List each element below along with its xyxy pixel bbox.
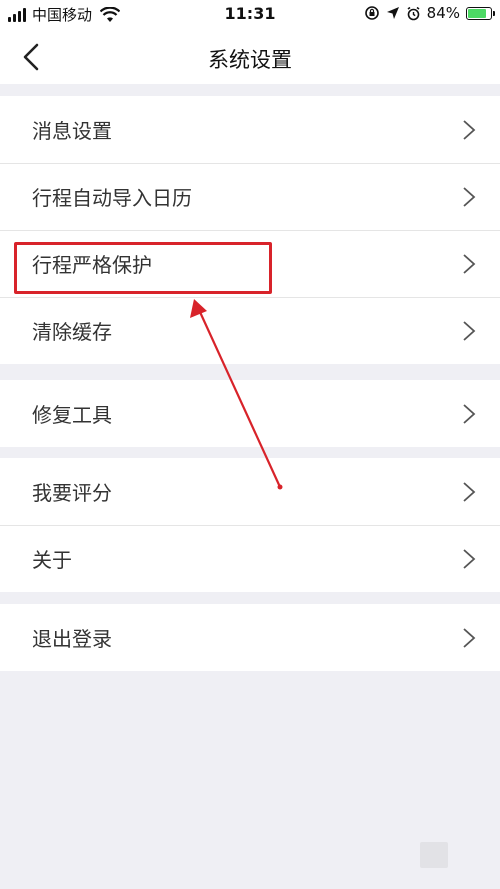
settings-item-label: 关于 xyxy=(32,548,72,572)
settings-group-4: 退出登录 xyxy=(0,604,500,671)
chevron-right-icon xyxy=(463,548,476,569)
nav-bar: 系统设置 xyxy=(0,30,500,84)
settings-item-rate[interactable]: 我要评分 xyxy=(0,458,500,525)
status-right: 84% xyxy=(364,4,495,22)
settings-group-1: 消息设置 行程自动导入日历 行程严格保护 清除缓存 xyxy=(0,96,500,364)
settings-item-label: 消息设置 xyxy=(32,119,112,143)
chevron-right-icon xyxy=(463,481,476,502)
settings-item-repair-tool[interactable]: 修复工具 xyxy=(0,380,500,447)
settings-item-label: 行程严格保护 xyxy=(32,253,152,277)
settings-item-clear-cache[interactable]: 清除缓存 xyxy=(0,297,500,364)
settings-group-2: 修复工具 xyxy=(0,380,500,447)
location-icon xyxy=(386,7,399,19)
chevron-right-icon xyxy=(463,320,476,341)
battery-fill xyxy=(468,8,487,18)
rotation-lock-icon xyxy=(364,6,379,20)
settings-group-3: 我要评分 关于 xyxy=(0,458,500,592)
settings-item-about[interactable]: 关于 xyxy=(0,525,500,592)
corner-mark xyxy=(420,842,448,868)
battery-icon xyxy=(466,6,495,20)
alarm-icon xyxy=(407,6,420,20)
chevron-right-icon xyxy=(463,627,476,648)
battery-percent: 84% xyxy=(426,4,460,22)
chevron-right-icon xyxy=(463,119,476,140)
chevron-right-icon xyxy=(463,186,476,207)
chevron-right-icon xyxy=(463,403,476,424)
settings-item-label: 清除缓存 xyxy=(32,320,112,344)
settings-item-calendar-import[interactable]: 行程自动导入日历 xyxy=(0,163,500,230)
settings-item-label: 我要评分 xyxy=(32,481,112,505)
settings-item-label: 退出登录 xyxy=(32,627,112,651)
settings-item-logout[interactable]: 退出登录 xyxy=(0,604,500,671)
settings-item-strict-protection[interactable]: 行程严格保护 xyxy=(0,230,500,297)
status-bar: 中国移动 11:31 84% xyxy=(0,0,500,30)
settings-item-label: 行程自动导入日历 xyxy=(32,186,192,210)
settings-item-label: 修复工具 xyxy=(32,403,112,427)
chevron-right-icon xyxy=(463,253,476,274)
settings-item-message[interactable]: 消息设置 xyxy=(0,96,500,163)
page-title: 系统设置 xyxy=(208,48,292,72)
